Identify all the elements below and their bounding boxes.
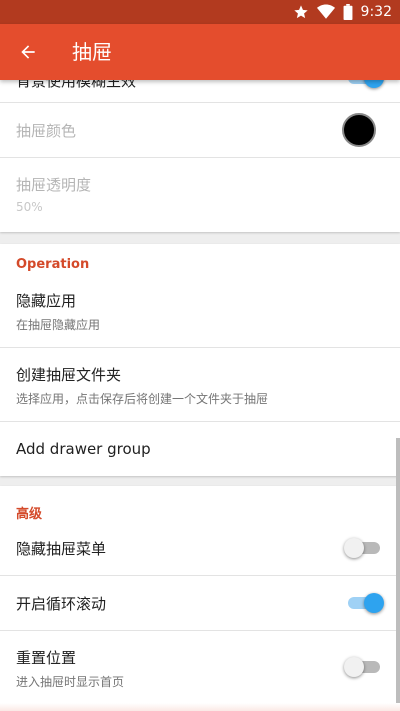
overscroll-glow (0, 703, 400, 711)
settings-list[interactable]: 背景使用模糊生效 抽屉颜色 抽屉透明度 50% Operation 隐藏应用 在… (0, 80, 400, 711)
hide-apps-title: 隐藏应用 (16, 292, 77, 310)
status-icons: 9:32 (293, 0, 392, 24)
loop-scroll-row[interactable]: 开启循环滚动 (0, 576, 400, 631)
wifi-icon (316, 4, 335, 20)
drawer-opacity-summary: 50% (16, 200, 43, 214)
reset-position-row[interactable]: 重置位置 进入抽屉时显示首页 (0, 631, 400, 711)
blur-background-title: 背景使用模糊生效 (16, 80, 137, 90)
create-folder-summary: 选择应用，点击保存后将创建一个文件夹于抽屉 (16, 392, 269, 406)
blur-background-switch[interactable] (346, 80, 384, 88)
hide-drawer-menu-title: 隐藏抽屉菜单 (16, 540, 107, 558)
app-bar: 抽屉 (0, 24, 400, 80)
page-title: 抽屉 (72, 40, 112, 64)
section-header-advanced: 高级 (16, 507, 43, 522)
hide-apps-summary: 在抽屉隐藏应用 (16, 318, 101, 332)
drawer-opacity-row[interactable]: 抽屉透明度 50% (0, 158, 400, 232)
drawer-color-row[interactable]: 抽屉颜色 (0, 103, 400, 158)
hide-drawer-menu-row[interactable]: 隐藏抽屉菜单 (0, 521, 400, 576)
reset-position-title: 重置位置 (16, 649, 77, 667)
add-drawer-group-row[interactable]: Add drawer group (0, 422, 400, 476)
create-folder-row[interactable]: 创建抽屉文件夹 选择应用，点击保存后将创建一个文件夹于抽屉 (0, 348, 400, 422)
star-icon (293, 4, 309, 20)
advanced-card: 高级 隐藏抽屉菜单 开启循环滚动 重置位置 进入抽屉时显示首页 (0, 486, 400, 711)
status-time: 9:32 (360, 4, 392, 20)
hide-drawer-menu-switch[interactable] (344, 538, 382, 558)
appearance-card: 背景使用模糊生效 抽屉颜色 抽屉透明度 50% (0, 80, 400, 232)
blur-background-row[interactable]: 背景使用模糊生效 (0, 80, 400, 103)
hide-apps-row[interactable]: 隐藏应用 在抽屉隐藏应用 (0, 274, 400, 348)
back-button[interactable] (12, 36, 44, 68)
battery-icon (343, 4, 353, 20)
drawer-color-swatch[interactable] (342, 113, 376, 147)
section-header-operation: Operation (16, 257, 90, 272)
status-bar: 9:32 (0, 0, 400, 24)
drawer-color-title: 抽屉颜色 (16, 122, 77, 140)
scrollbar[interactable] (396, 438, 400, 711)
loop-scroll-title: 开启循环滚动 (16, 595, 107, 613)
reset-position-switch[interactable] (344, 657, 382, 677)
loop-scroll-switch[interactable] (346, 593, 384, 613)
drawer-opacity-title: 抽屉透明度 (16, 176, 92, 194)
reset-position-summary: 进入抽屉时显示首页 (16, 675, 125, 689)
arrow-back-icon (21, 45, 35, 59)
add-drawer-group-title: Add drawer group (16, 440, 151, 458)
create-folder-title: 创建抽屉文件夹 (16, 366, 122, 384)
operation-card: Operation 隐藏应用 在抽屉隐藏应用 创建抽屉文件夹 选择应用，点击保存… (0, 244, 400, 476)
